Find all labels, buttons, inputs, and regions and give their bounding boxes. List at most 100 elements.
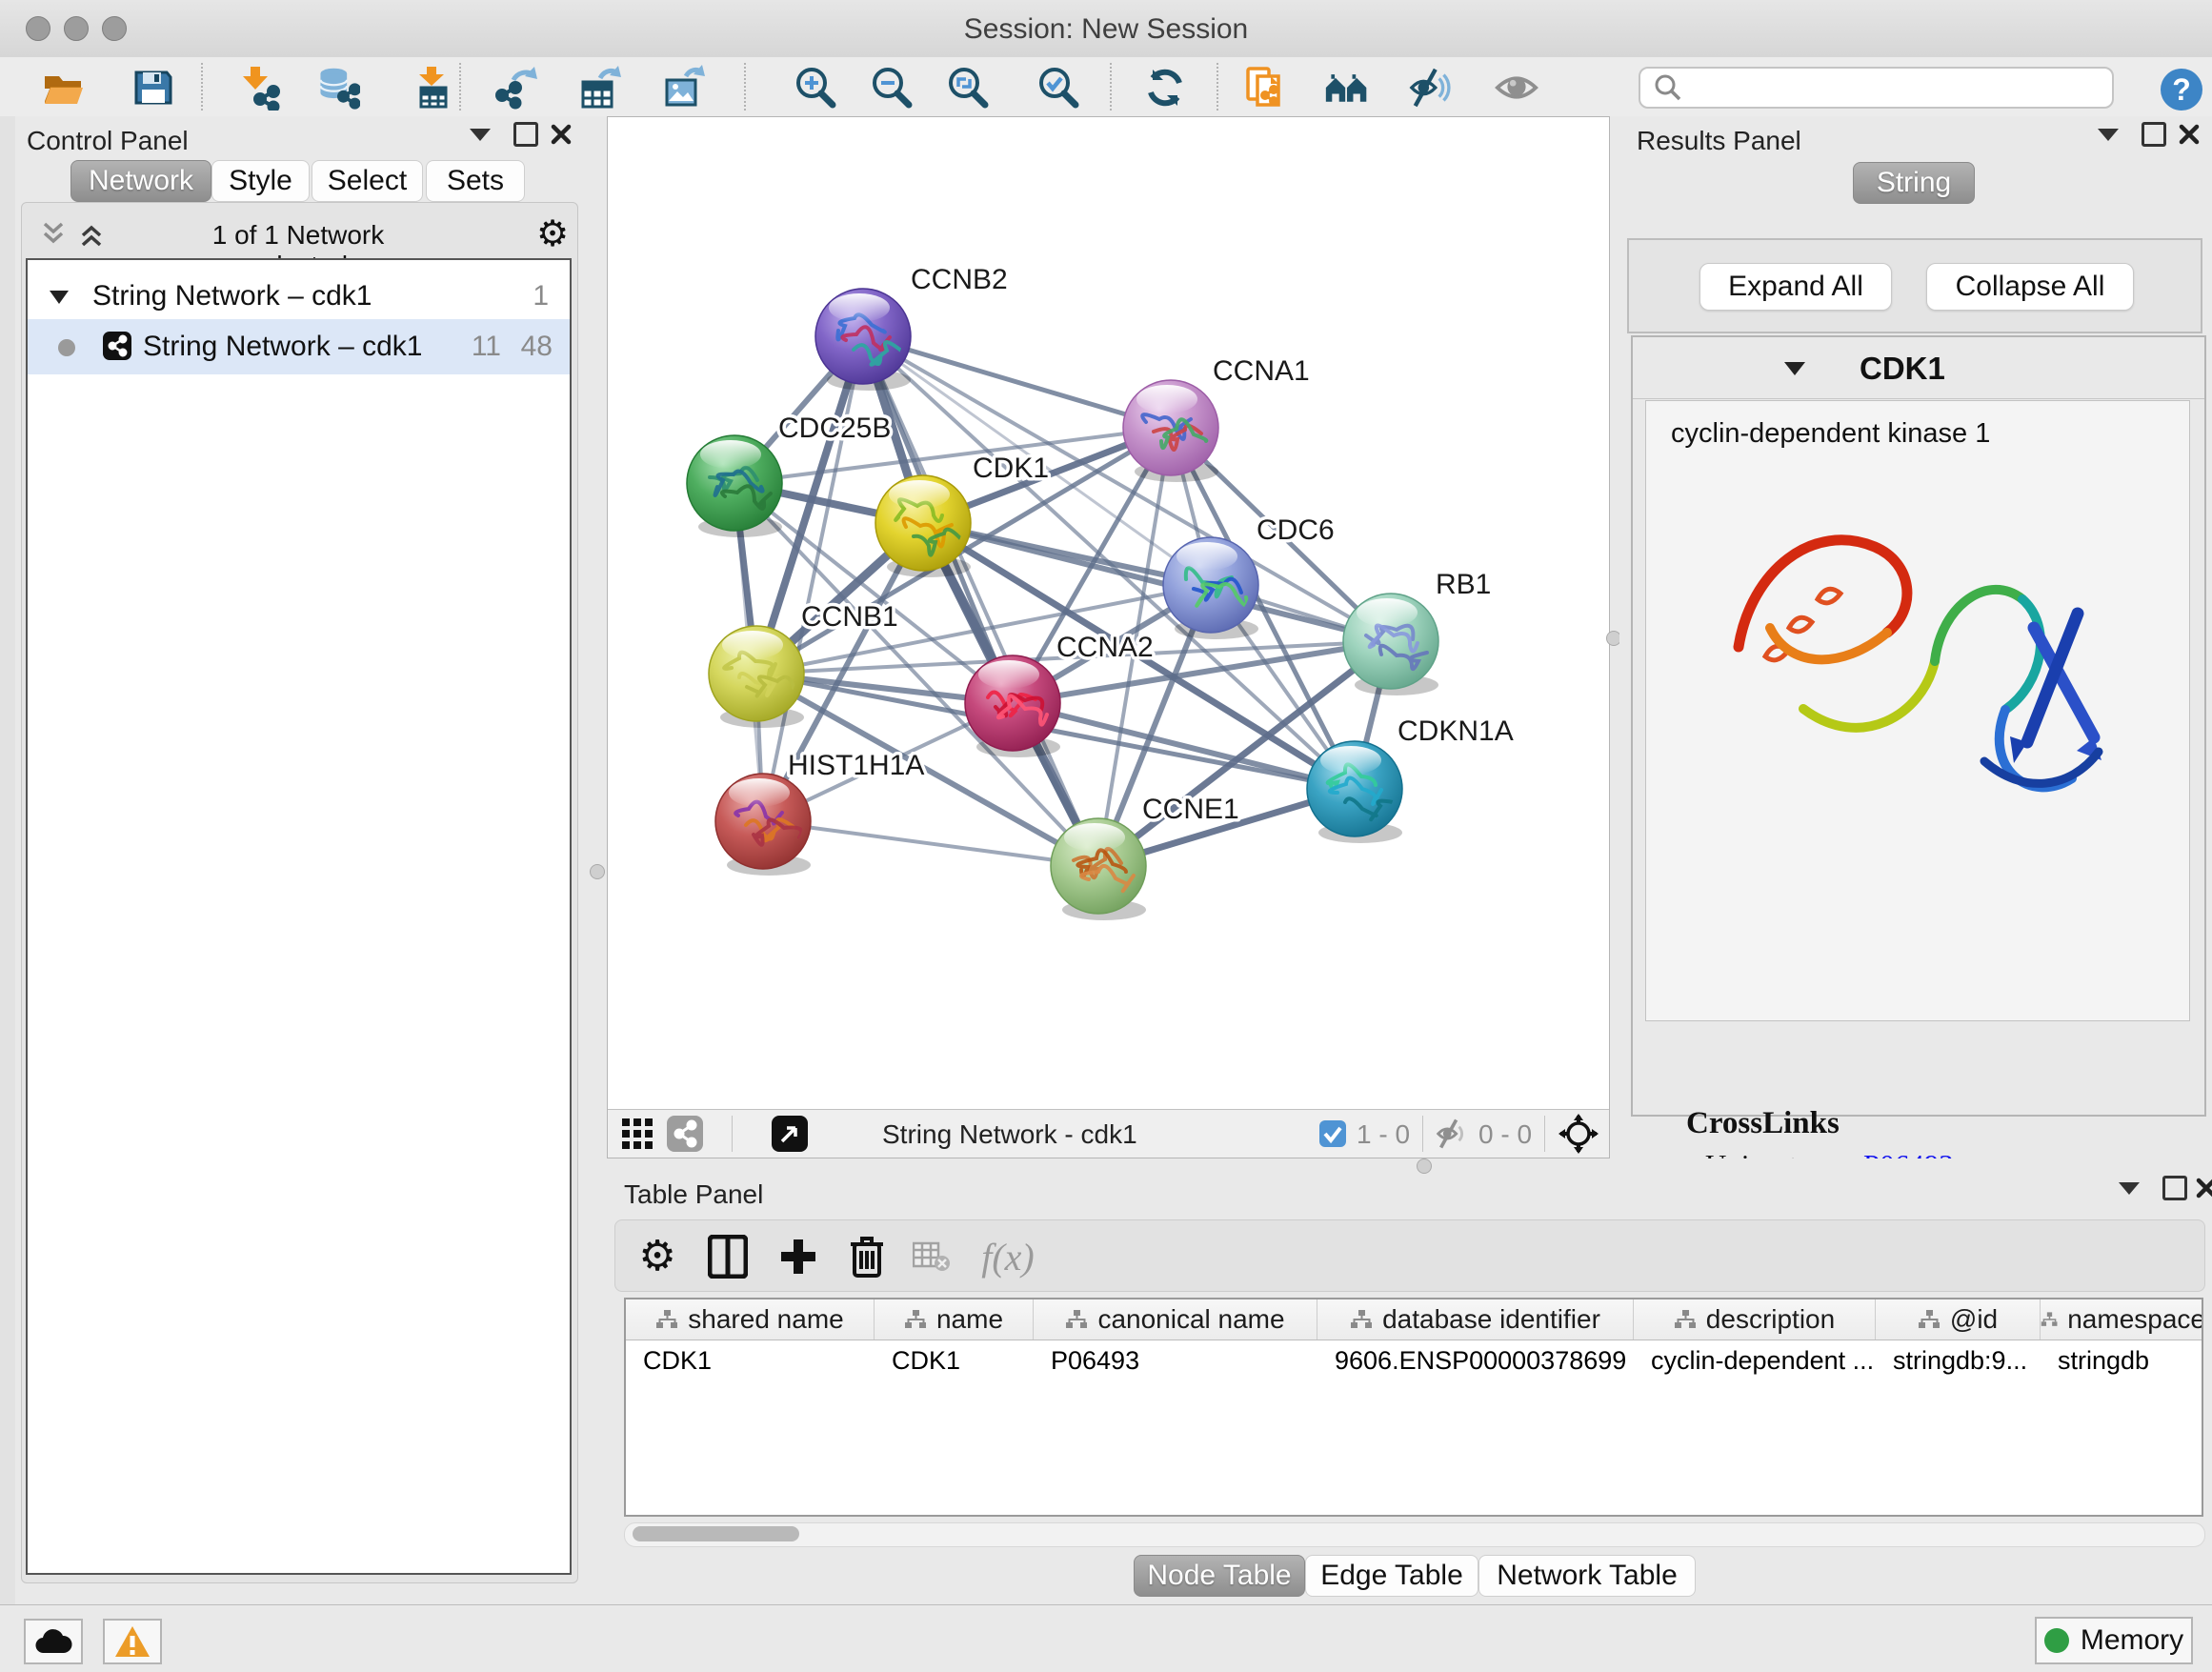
tab-select[interactable]: Select bbox=[312, 160, 423, 202]
show-columns-button[interactable] bbox=[703, 1232, 753, 1281]
node-CCNE1[interactable]: CCNE1 bbox=[1051, 794, 1239, 920]
column-header--id[interactable]: @id bbox=[1876, 1299, 2041, 1340]
table-cell[interactable]: stringdb bbox=[2041, 1340, 2203, 1380]
table-panel-close-button[interactable] bbox=[2192, 1176, 2212, 1200]
table-cell[interactable]: CDK1 bbox=[626, 1340, 875, 1380]
node-HIST1H1A[interactable]: HIST1H1A bbox=[715, 750, 924, 876]
edge-CCNB2-CCNE1[interactable] bbox=[863, 336, 1098, 866]
zoom-selected-button[interactable] bbox=[1036, 65, 1081, 111]
right-splitter[interactable] bbox=[1610, 116, 1619, 1158]
node-CCNA1[interactable]: CCNA1 bbox=[1123, 355, 1310, 482]
network-view-panel[interactable]: CCNB2CCNA1CDC25BCDK1CDC6RB1CCNB1CCNA2CDK… bbox=[607, 116, 1610, 1158]
network-view-toggle-button[interactable] bbox=[667, 1116, 703, 1157]
grid-view-button[interactable] bbox=[621, 1118, 654, 1155]
scrollbar-thumb[interactable] bbox=[633, 1526, 799, 1541]
table-panel-menu-button[interactable] bbox=[2115, 1176, 2143, 1200]
import-network-file-button[interactable] bbox=[235, 65, 281, 111]
results-panel-menu-button[interactable] bbox=[2094, 122, 2122, 147]
column-header-canonical-name[interactable]: canonical name bbox=[1034, 1299, 1317, 1340]
entry-disclosure-triangle-icon[interactable] bbox=[1783, 360, 1806, 377]
network-collection-row[interactable]: String Network – cdk1 1 bbox=[28, 275, 570, 319]
tab-string[interactable]: String bbox=[1853, 162, 1975, 204]
detach-view-button[interactable] bbox=[772, 1116, 808, 1157]
table-cell[interactable]: cyclin-dependent ... bbox=[1634, 1340, 1876, 1380]
export-table-button[interactable] bbox=[575, 65, 621, 111]
table-cell[interactable]: 9606.ENSP00000378699 bbox=[1317, 1340, 1634, 1380]
column-header-namespace[interactable]: namespace bbox=[2041, 1299, 2203, 1340]
add-column-button[interactable] bbox=[774, 1232, 823, 1281]
collapse-all-button[interactable]: Collapse All bbox=[1926, 263, 2134, 311]
zoom-in-icon bbox=[793, 65, 838, 111]
tab-network-table[interactable]: Network Table bbox=[1478, 1555, 1696, 1597]
current-network-name: String Network - cdk1 bbox=[882, 1119, 1137, 1150]
node-CDKN1A[interactable]: CDKN1A bbox=[1307, 715, 1514, 843]
column-header-description[interactable]: description bbox=[1634, 1299, 1876, 1340]
table-panel-float-button[interactable] bbox=[2161, 1176, 2189, 1200]
import-network-database-button[interactable] bbox=[314, 65, 360, 111]
node-CCNB1[interactable]: CCNB1 bbox=[709, 601, 898, 728]
column-header-name[interactable]: name bbox=[875, 1299, 1034, 1340]
search-input[interactable] bbox=[1692, 72, 2112, 104]
control-panel-menu-button[interactable] bbox=[466, 122, 494, 147]
splitter-handle[interactable] bbox=[590, 864, 605, 879]
table-header-row: shared name name canonical name database… bbox=[626, 1299, 2202, 1340]
show-all-views-button[interactable] bbox=[1324, 65, 1370, 111]
warnings-button[interactable] bbox=[103, 1619, 162, 1664]
help-button[interactable]: ? bbox=[2161, 69, 2202, 111]
column-header-shared-name[interactable]: shared name bbox=[626, 1299, 875, 1340]
network-row-selected[interactable]: String Network – cdk1 11 48 bbox=[28, 319, 570, 374]
control-panel-float-button[interactable] bbox=[512, 122, 540, 147]
delete-column-button[interactable] bbox=[842, 1232, 892, 1281]
control-panel-close-button[interactable] bbox=[547, 122, 575, 147]
network-view-statusbar: String Network - cdk1 1 - 0 0 - 0 bbox=[608, 1109, 1609, 1158]
table-horizontal-scrollbar[interactable] bbox=[624, 1522, 2205, 1547]
hidden-filter-button[interactable] bbox=[1435, 1118, 1471, 1154]
copy-documents-icon bbox=[1242, 65, 1288, 111]
table-cell[interactable]: stringdb:9... bbox=[1876, 1340, 2041, 1380]
export-image-button[interactable] bbox=[659, 65, 705, 111]
table-row[interactable]: CDK1CDK1P064939606.ENSP00000378699cyclin… bbox=[626, 1340, 2202, 1380]
cloud-status-button[interactable] bbox=[24, 1619, 83, 1664]
close-icon bbox=[2179, 124, 2200, 145]
expand-all-networks-button[interactable] bbox=[77, 220, 106, 253]
network-canvas[interactable]: CCNB2CCNA1CDC25BCDK1CDC6RB1CCNB1CCNA2CDK… bbox=[608, 117, 1609, 1110]
delete-table-button[interactable] bbox=[907, 1232, 956, 1281]
zoom-in-button[interactable] bbox=[793, 65, 838, 111]
disclosure-triangle-icon[interactable] bbox=[49, 289, 70, 306]
zoom-fit-button[interactable] bbox=[945, 65, 991, 111]
tab-sets[interactable]: Sets bbox=[426, 160, 525, 202]
show-hidden-button[interactable] bbox=[1494, 65, 1539, 111]
hide-selected-button[interactable] bbox=[1408, 65, 1454, 111]
network-options-gear-button[interactable]: ⚙ bbox=[536, 216, 569, 252]
zoom-out-button[interactable] bbox=[869, 65, 915, 111]
node-table[interactable]: shared name name canonical name database… bbox=[624, 1298, 2203, 1517]
splitter-handle[interactable] bbox=[1417, 1158, 1432, 1174]
selected-filter-checkbox[interactable] bbox=[1319, 1120, 1346, 1152]
node-RB1[interactable]: RB1 bbox=[1343, 569, 1491, 695]
open-session-button[interactable] bbox=[40, 65, 86, 111]
table-settings-gear-button[interactable]: ⚙ bbox=[633, 1232, 682, 1281]
collapse-all-networks-button[interactable] bbox=[39, 220, 68, 253]
expand-all-button[interactable]: Expand All bbox=[1699, 263, 1892, 311]
horizontal-splitter[interactable] bbox=[607, 1158, 2212, 1174]
tab-style[interactable]: Style bbox=[211, 160, 310, 202]
left-splitter[interactable] bbox=[588, 116, 607, 1604]
table-cell[interactable]: P06493 bbox=[1034, 1340, 1317, 1380]
memory-button[interactable]: Memory bbox=[2035, 1617, 2193, 1664]
tab-network[interactable]: Network bbox=[70, 160, 211, 202]
table-cell[interactable]: CDK1 bbox=[875, 1340, 1034, 1380]
results-panel-close-button[interactable] bbox=[2175, 122, 2203, 147]
import-table-file-button[interactable] bbox=[410, 65, 455, 111]
column-header-database-identifier[interactable]: database identifier bbox=[1317, 1299, 1634, 1340]
tab-edge-table[interactable]: Edge Table bbox=[1305, 1555, 1478, 1597]
export-network-button[interactable] bbox=[493, 65, 538, 111]
save-session-button[interactable] bbox=[131, 65, 176, 111]
apply-layout-button[interactable] bbox=[1142, 65, 1188, 111]
function-builder-button[interactable]: f(x) bbox=[970, 1232, 1046, 1281]
birdseye-toggle-button[interactable] bbox=[1558, 1114, 1599, 1158]
clone-network-button[interactable] bbox=[1242, 65, 1288, 111]
edge-CCNB2-HIST1H1A[interactable] bbox=[763, 336, 863, 821]
edge-CCNE1-HIST1H1A[interactable] bbox=[763, 821, 1098, 866]
tab-node-table[interactable]: Node Table bbox=[1134, 1555, 1305, 1597]
results-panel-float-button[interactable] bbox=[2140, 122, 2168, 147]
